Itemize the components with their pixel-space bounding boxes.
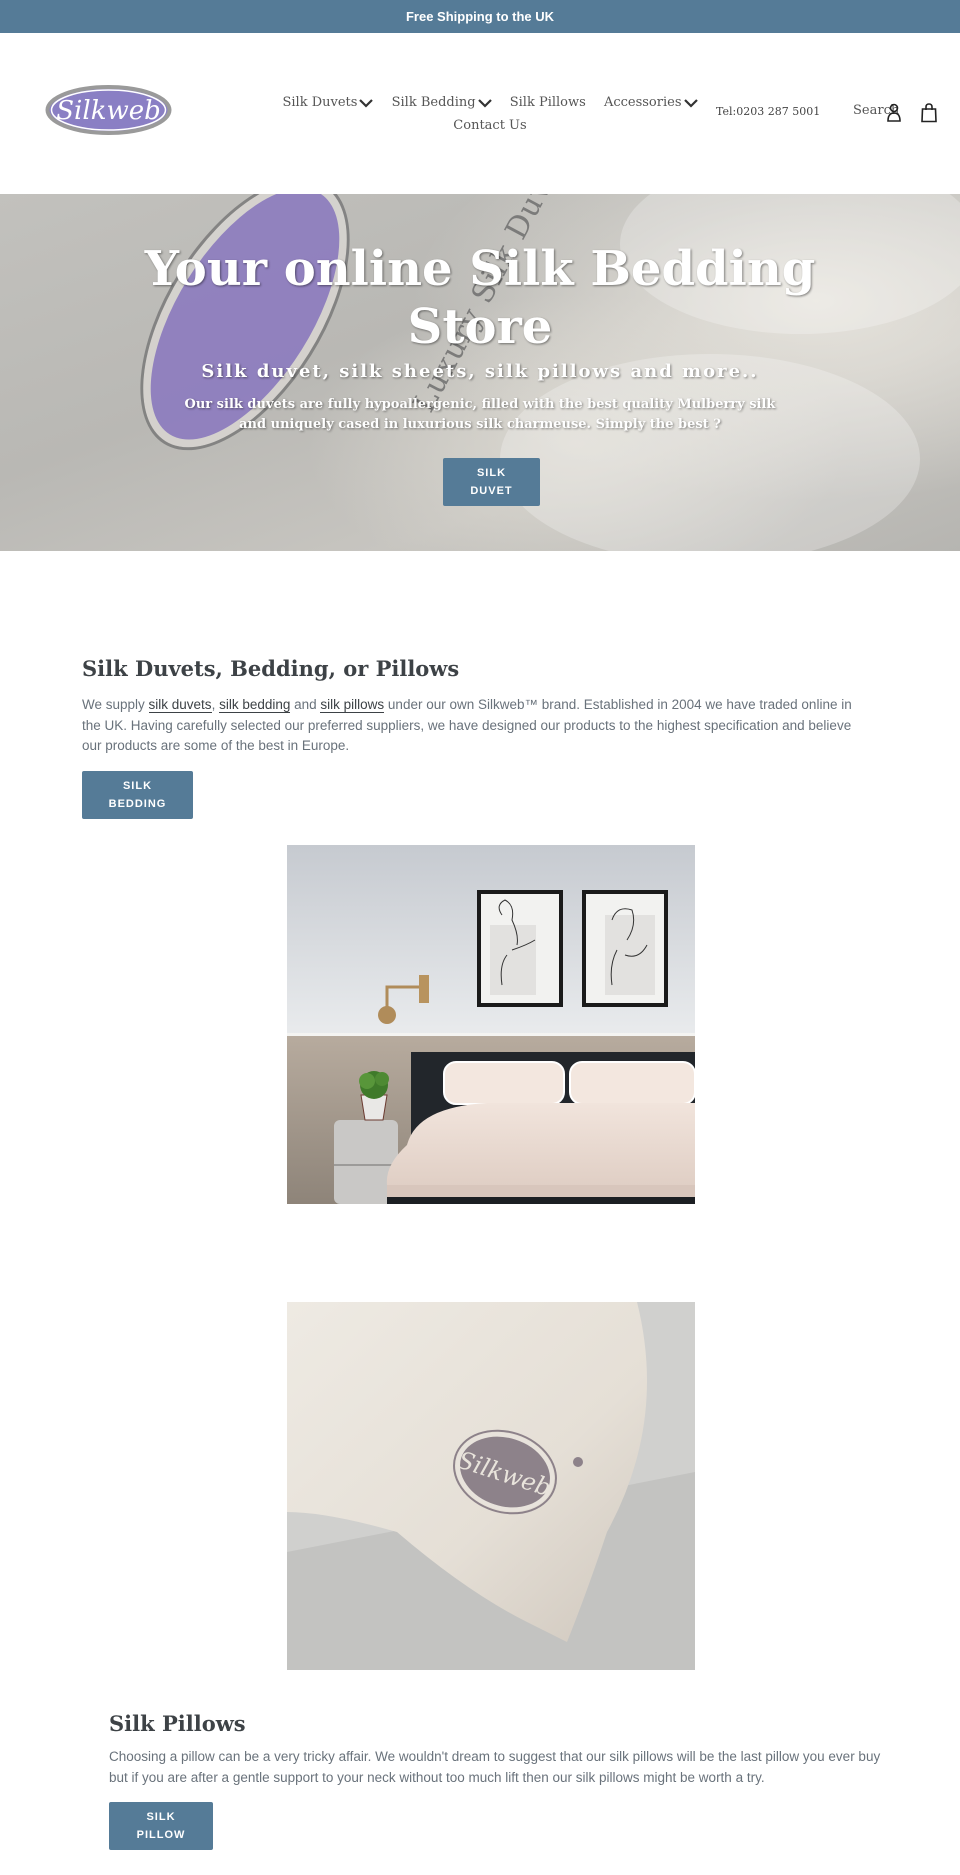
nav-label: Silk Pillows: [509, 95, 586, 110]
chevron-down-icon: [477, 98, 492, 108]
link-silk-bedding[interactable]: silk bedding: [219, 697, 291, 713]
pillows-text: Choosing a pillow can be a very tricky a…: [109, 1749, 881, 1785]
nav-contact-us[interactable]: Contact Us: [453, 114, 526, 137]
nav-silk-bedding[interactable]: Silk Bedding: [392, 91, 492, 114]
nav-accessories[interactable]: Accessories: [604, 91, 698, 114]
site-header: Silkweb Silk Duvets Silk Bedding Silk Pi…: [0, 33, 960, 194]
silk-duvet-button[interactable]: SILK DUVET: [443, 458, 540, 506]
pillow-illustration: Silkweb: [287, 1302, 695, 1670]
bedroom-image: [287, 845, 695, 1204]
logo-text: Silkweb: [56, 96, 160, 126]
nav-silk-duvets[interactable]: Silk Duvets: [282, 91, 374, 114]
account-icon: [887, 103, 901, 122]
logo-icon: Silkweb: [45, 85, 172, 135]
chevron-down-icon: [359, 98, 374, 108]
pillow-image: Silkweb: [287, 1302, 695, 1670]
announcement-bar: Free Shipping to the UK: [0, 0, 960, 33]
nav-silk-pillows[interactable]: Silk Pillows: [510, 91, 586, 114]
link-silk-pillows[interactable]: silk pillows: [320, 697, 385, 713]
account-button[interactable]: [886, 103, 902, 123]
hero-description: Our silk duvets are fully hypoallergenic…: [184, 397, 776, 432]
cart-button[interactable]: [921, 103, 937, 123]
intro-text-part: We supply: [82, 697, 149, 712]
phone-number[interactable]: Tel:0203 287 5001: [716, 105, 820, 118]
cart-icon: [921, 103, 937, 123]
nav-label: Silk Bedding: [391, 95, 476, 110]
hero-banner: Luxury Silk Duvet Your online Silk Beddi…: [0, 194, 960, 551]
hero-title: Your online Silk Bedding Store: [144, 241, 816, 355]
intro-text-part: ,: [211, 697, 220, 712]
nav-label: Accessories: [603, 95, 682, 110]
hero-subtitle: Silk duvet, silk sheets, silk pillows an…: [201, 361, 759, 382]
silk-bedding-button[interactable]: SILK BEDDING: [82, 771, 193, 819]
silk-pillow-button[interactable]: SILK PILLOW: [109, 1802, 213, 1850]
link-silk-duvets[interactable]: silk duvets: [148, 697, 212, 713]
hero-fabric-highlight: [500, 354, 920, 551]
intro-heading: Silk Duvets, Bedding, or Pillows: [82, 656, 460, 681]
main-nav: Silk Duvets Silk Bedding Silk Pillows Ac…: [270, 91, 710, 137]
pillows-heading: Silk Pillows: [109, 1711, 246, 1736]
logo[interactable]: Silkweb: [45, 85, 172, 135]
nav-label: Contact Us: [453, 118, 527, 133]
nav-label: Silk Duvets: [282, 95, 358, 110]
intro-text: We supply silk duvets, silk bedding and …: [82, 695, 862, 757]
chevron-down-icon: [683, 98, 698, 108]
announcement-text: Free Shipping to the UK: [405, 9, 555, 24]
bedroom-illustration: [287, 845, 695, 1204]
intro-text-part: and: [290, 697, 321, 712]
